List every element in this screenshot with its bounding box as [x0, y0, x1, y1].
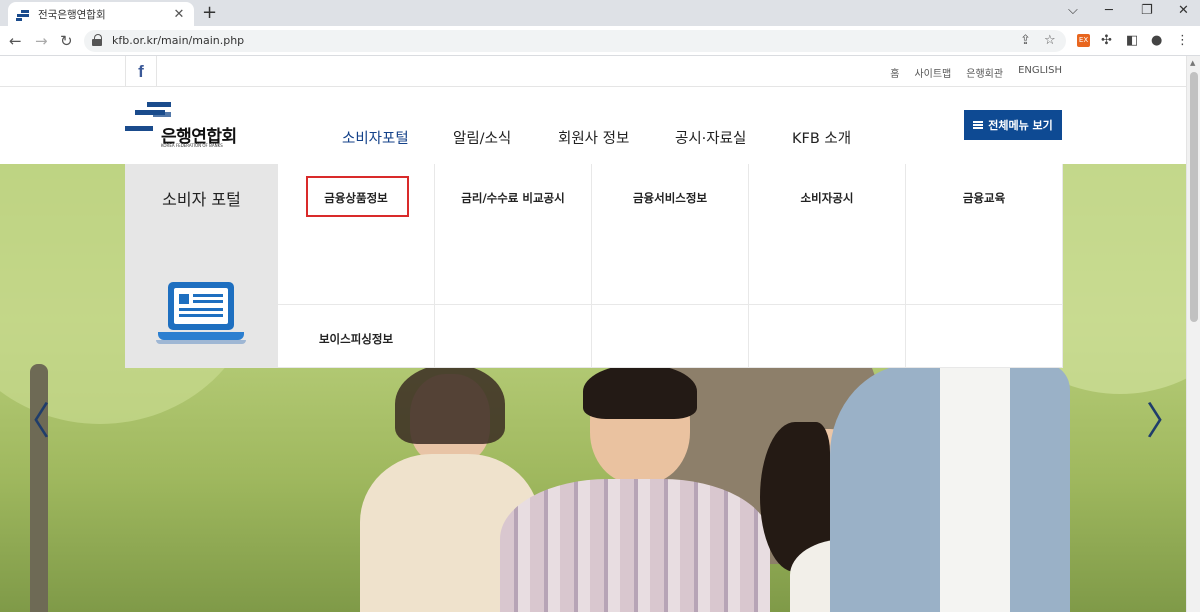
extensions-puzzle-icon[interactable]: ✣ [1101, 33, 1112, 48]
utility-bar: f 홈 사이트맵 은행회관 ENGLISH [0, 56, 1186, 87]
all-menu-button[interactable]: 전체메뉴 보기 [964, 110, 1062, 140]
hero-prev-arrow-icon[interactable]: 〈 [12, 390, 50, 445]
util-link-bank-hall[interactable]: 은행회관 [966, 65, 1003, 80]
util-link-home[interactable]: 홈 [890, 65, 899, 80]
menu-voice-phishing[interactable]: 보이스피싱정보 [278, 305, 435, 368]
gnb-news[interactable]: 알림/소식 [453, 127, 511, 148]
page-scrollbar[interactable]: ▲ [1186, 56, 1200, 612]
highlight-box [306, 176, 409, 217]
dropdown-title: 소비자 포털 [162, 190, 241, 209]
lock-icon [92, 34, 102, 47]
forward-icon[interactable]: → [35, 32, 48, 50]
new-tab-button[interactable]: + [202, 3, 217, 23]
util-link-sitemap[interactable]: 사이트맵 [914, 65, 951, 80]
person-boy-plaid-shirt [500, 479, 770, 612]
all-menu-label: 전체메뉴 보기 [988, 119, 1053, 132]
tab-close-icon[interactable]: ✕ [172, 7, 186, 22]
gnb-disclosure[interactable]: 공시·자료실 [675, 127, 746, 148]
minimize-icon[interactable]: ─ [1105, 3, 1113, 18]
share-icon[interactable]: ⇪ [1020, 33, 1031, 48]
menu-financial-education[interactable]: 금융교육 [906, 164, 1063, 305]
site-header: 은행연합회 KOREA FEDERATION OF BANKS 소비자포털 알림… [0, 88, 1186, 164]
site-logo[interactable]: 은행연합회 KOREA FEDERATION OF BANKS [125, 102, 237, 152]
menu-consumer-disclosure[interactable]: 소비자공시 [749, 164, 906, 305]
extension-ex-icon[interactable]: EX [1077, 34, 1090, 47]
scrollbar-thumb[interactable] [1190, 72, 1198, 322]
kfb-favicon-icon [16, 7, 30, 21]
person-woman-hair [395, 364, 505, 444]
browser-menu-icon[interactable]: ⋮ [1176, 33, 1189, 48]
menu-rate-fee-comparison[interactable]: 금리/수수료 비교공시 [435, 164, 592, 305]
tab-title: 전국은행연합회 [38, 8, 106, 21]
logo-subtitle: KOREA FEDERATION OF BANKS [161, 143, 223, 148]
bookmark-star-icon[interactable]: ☆ [1044, 33, 1056, 48]
hamburger-icon [973, 121, 984, 129]
utility-links: 홈 사이트맵 은행회관 ENGLISH [890, 65, 1062, 80]
hero-next-arrow-icon[interactable]: 〉 [1146, 390, 1184, 445]
back-icon[interactable]: ← [9, 32, 22, 50]
url-text: kfb.or.kr/main/main.php [112, 34, 245, 47]
facebook-icon[interactable]: f [125, 56, 157, 87]
menu-label: 소비자공시 [800, 191, 854, 205]
address-toolbar: ← → ↻ kfb.or.kr/main/main.php ⇪ ☆ [0, 26, 1200, 56]
menu-label: 금융서비스정보 [632, 191, 708, 205]
restore-icon[interactable]: ❐ [1141, 3, 1153, 18]
reload-icon[interactable]: ↻ [60, 32, 73, 50]
browser-tab-bar: 전국은행연합회 ✕ + ⌵ ─ ❐ ✕ [0, 0, 1200, 26]
menu-financial-services[interactable]: 금융서비스정보 [592, 164, 749, 305]
side-panel-icon[interactable]: ◧ [1126, 33, 1138, 48]
tab-search-icon[interactable]: ⌵ [1068, 3, 1078, 18]
menu-empty-cell [906, 305, 1063, 368]
browser-tab[interactable]: 전국은행연합회 ✕ [8, 2, 194, 26]
menu-label: 보이스피싱정보 [318, 332, 394, 346]
gnb-member-info[interactable]: 회원사 정보 [558, 127, 629, 148]
gnb-kfb-intro[interactable]: KFB 소개 [792, 127, 851, 148]
profile-avatar-icon[interactable]: ● [1151, 33, 1162, 48]
address-bar[interactable]: kfb.or.kr/main/main.php ⇪ ☆ [84, 30, 1066, 52]
close-window-icon[interactable]: ✕ [1178, 3, 1189, 18]
person-boy-hair [583, 364, 697, 419]
laptop-icon [156, 282, 246, 352]
scroll-up-icon[interactable]: ▲ [1190, 59, 1195, 67]
menu-label: 금리/수수료 비교공시 [461, 191, 565, 205]
menu-empty-cell [749, 305, 906, 368]
consumer-portal-dropdown: 소비자 포털 금융상품정보 금리/수수료 비교공시 금융서비스정보 소비자공시 … [125, 164, 1063, 368]
menu-empty-cell [435, 305, 592, 368]
gnb-consumer-portal[interactable]: 소비자포털 [342, 127, 409, 148]
person-man-tshirt [940, 364, 1010, 612]
menu-label: 금융교육 [962, 191, 1006, 205]
dropdown-side-panel: 소비자 포털 [125, 164, 278, 368]
util-link-english[interactable]: ENGLISH [1018, 65, 1062, 80]
menu-empty-cell [592, 305, 749, 368]
